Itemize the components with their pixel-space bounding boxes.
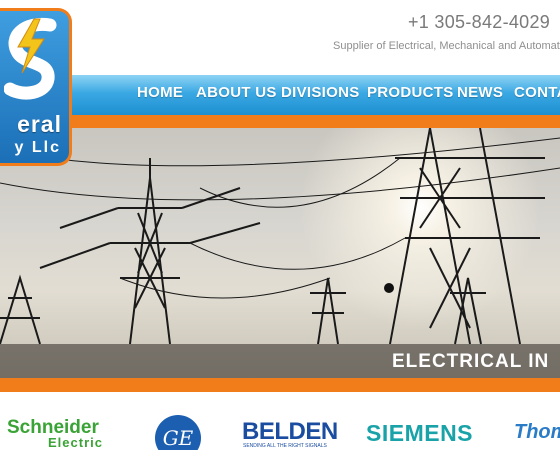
hero-accent-bar [0,378,560,392]
logo-text-line1: eral [17,111,62,137]
lightning-s-logo-icon [4,17,57,100]
tagline: Supplier of Electrical, Mechanical and A… [333,40,560,52]
power-pylons-image [0,128,560,378]
schneider-electric-logo-sub: Electric [48,435,103,450]
phone-number[interactable]: +1 305-842-4029 [408,12,550,33]
logo-text-line2: y Llc [14,139,61,156]
site-header: +1 305-842-4029 Supplier of Electrical, … [0,0,560,78]
main-nav: HOME ABOUT US DIVISIONS PRODUCTS NEWS CO… [0,75,560,115]
belden-tagline: SENDING ALL THE RIGHT SIGNALS [243,443,327,449]
nav-news[interactable]: NEWS [457,84,503,101]
belden-logo[interactable]: BELDEN [242,418,338,446]
nav-accent-bar [0,115,560,128]
nav-products[interactable]: PRODUCTS [367,84,454,101]
thomas-logo[interactable]: Thom [514,421,560,444]
nav-contact[interactable]: CONTA [514,84,560,101]
hero-caption: ELECTRICAL IN [392,351,550,372]
nav-about-us[interactable]: ABOUT US [196,84,277,101]
siemens-logo[interactable]: SIEMENS [366,420,473,447]
nav-divisions[interactable]: DIVISIONS [281,84,360,101]
hero-banner: ELECTRICAL IN [0,128,560,378]
nav-home[interactable]: HOME [137,84,183,101]
company-logo[interactable]: eral y Llc [0,8,72,166]
